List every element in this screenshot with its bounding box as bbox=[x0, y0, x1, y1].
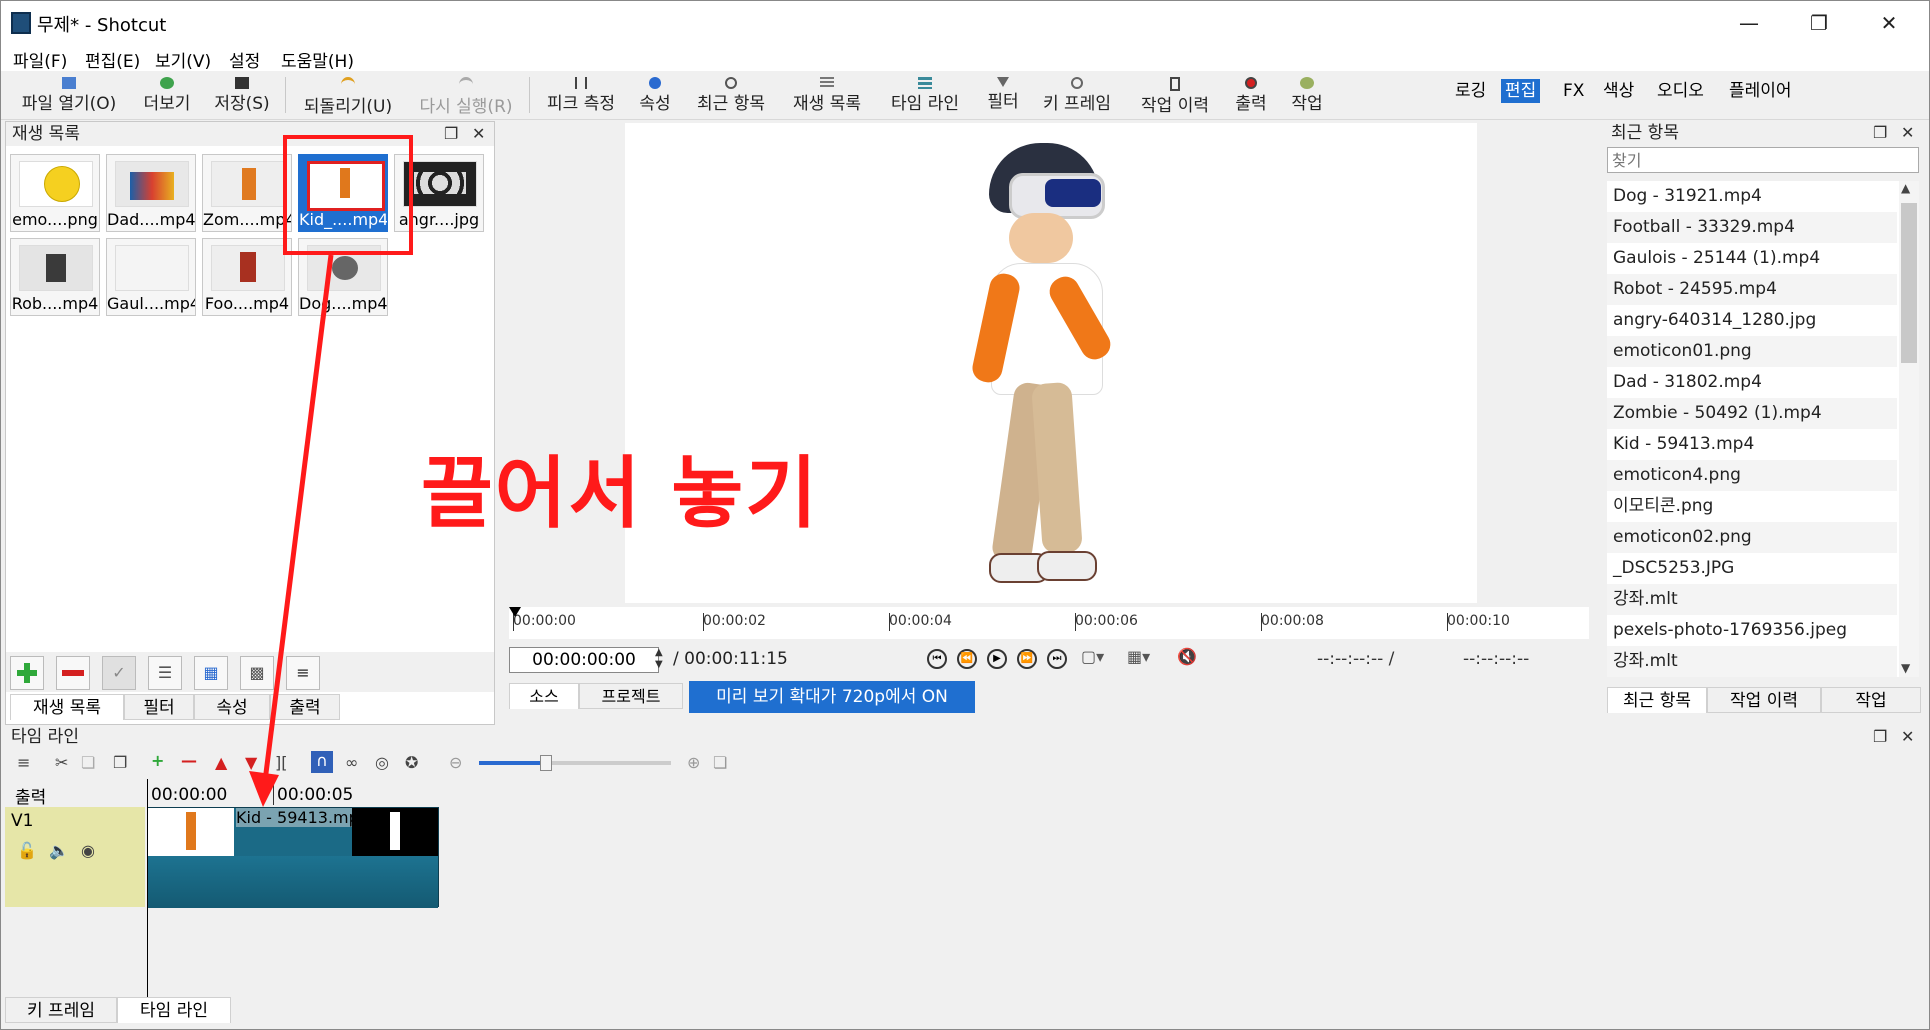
drag-arrow bbox=[249, 254, 334, 807]
app-window: 무제* - Shotcut — ❐ ✕ 파일(F) 편집(E) 보기(V) 설정… bbox=[0, 0, 1930, 1030]
drag-drop-annotation: 끌어서 놓기 bbox=[421, 449, 819, 539]
